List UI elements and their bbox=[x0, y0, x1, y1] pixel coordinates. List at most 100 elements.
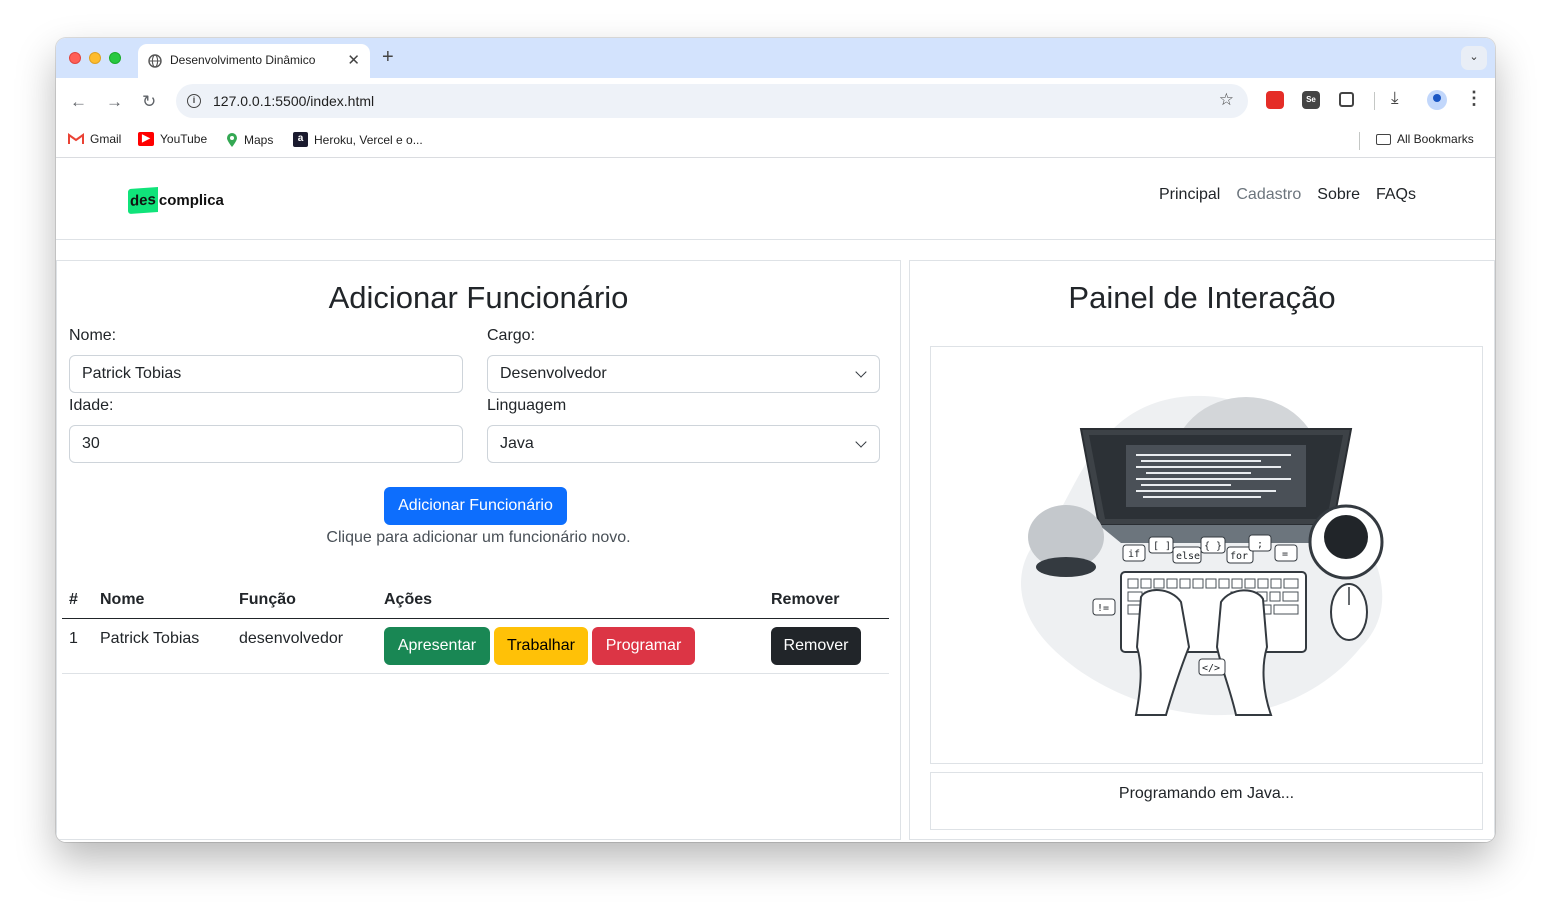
table-row: 1 Patrick Tobias desenvolvedor Apresenta… bbox=[62, 618, 889, 674]
bubble-brackets-label: [ ] bbox=[1153, 541, 1171, 552]
bookmark-label: Heroku, Vercel e o... bbox=[314, 132, 423, 147]
bubble-braces-label: { } bbox=[1204, 541, 1222, 552]
bubble-tag-label: </> bbox=[1202, 663, 1220, 674]
profile-avatar[interactable] bbox=[1427, 90, 1447, 110]
logo-des: des bbox=[128, 186, 158, 214]
programmer-keyboard-illustration: if [ ] else { } for ; = != </> bbox=[1021, 395, 1384, 716]
tab-title: Desenvolvimento Dinâmico bbox=[170, 53, 316, 67]
bookmark-heroku[interactable]: a Heroku, Vercel e o... bbox=[293, 132, 423, 147]
maps-icon bbox=[227, 133, 237, 147]
language-select[interactable]: Java bbox=[487, 425, 880, 463]
bookmark-label: YouTube bbox=[160, 132, 208, 146]
trabalhar-button[interactable]: Trabalhar bbox=[494, 627, 588, 665]
url-text[interactable]: 127.0.0.1:5500/index.html bbox=[213, 93, 374, 109]
add-employee-hint: Clique para adicionar um funcionário nov… bbox=[326, 529, 631, 546]
cell-actions: Apresentar Trabalhar Programar bbox=[377, 618, 764, 674]
logo-complica: complica bbox=[158, 191, 224, 209]
name-label: Nome: bbox=[69, 327, 117, 344]
site-logo[interactable]: des complica bbox=[128, 184, 224, 216]
interaction-panel-card: Painel de Interação if [] else {} for … bbox=[909, 260, 1495, 840]
more-menu-icon[interactable]: ⋮ bbox=[1465, 88, 1483, 109]
pot-rim bbox=[1036, 557, 1096, 577]
gmail-icon bbox=[68, 133, 84, 144]
address-bar[interactable]: i 127.0.0.1:5500/index.html ☆ bbox=[176, 84, 1248, 118]
chevron-down-icon bbox=[855, 436, 867, 448]
chevron-down-icon: ⌄ bbox=[1469, 51, 1479, 63]
col-header-id: # bbox=[62, 581, 93, 619]
cargo-select[interactable]: Desenvolvedor bbox=[487, 355, 880, 393]
nav-link-sobre[interactable]: Sobre bbox=[1317, 186, 1360, 204]
nav-link-cadastro[interactable]: Cadastro bbox=[1236, 186, 1301, 204]
status-message-box: Programando em Java... bbox=[930, 772, 1483, 830]
bubble-notequal-label: != bbox=[1097, 603, 1109, 614]
programar-button[interactable]: Programar bbox=[592, 627, 695, 665]
globe-icon bbox=[148, 54, 162, 68]
bubble-for-label: for bbox=[1230, 551, 1248, 562]
forward-icon[interactable]: → bbox=[106, 92, 123, 112]
web-page: des complica Principal Cadastro Sobre FA… bbox=[56, 159, 1495, 842]
illustration-frame: if [ ] else { } for ; = != </> bbox=[930, 346, 1483, 764]
employees-table: # Nome Função Ações Remover 1 Patrick To… bbox=[62, 581, 889, 674]
site-info-icon[interactable]: i bbox=[187, 94, 201, 108]
col-header-remove: Remover bbox=[764, 581, 889, 619]
status-message: Programando em Java... bbox=[1118, 785, 1295, 802]
reload-icon[interactable]: ↻ bbox=[142, 92, 156, 112]
form-title: Adicionar Funcionário bbox=[328, 280, 629, 315]
add-employee-button[interactable]: Adicionar Funcionário bbox=[384, 487, 567, 525]
close-tab-icon[interactable]: ✕ bbox=[347, 51, 360, 69]
table-header-row: # Nome Função Ações Remover bbox=[62, 581, 889, 619]
download-icon[interactable]: ⤓ bbox=[1391, 88, 1399, 108]
apresentar-button[interactable]: Apresentar bbox=[384, 627, 490, 665]
remove-button[interactable]: Remover bbox=[771, 627, 861, 665]
minimize-window-button[interactable] bbox=[89, 52, 101, 64]
heroku-icon: a bbox=[293, 132, 308, 147]
bubble-equals-label: = bbox=[1282, 549, 1288, 560]
close-window-button[interactable] bbox=[69, 52, 81, 64]
nav-link-principal[interactable]: Principal bbox=[1159, 186, 1220, 204]
bookmark-label: Gmail bbox=[90, 132, 122, 146]
bookmark-maps[interactable]: Maps bbox=[226, 132, 273, 148]
toolbar-divider bbox=[1374, 92, 1375, 110]
language-label: Linguagem bbox=[487, 397, 567, 414]
bubble-if-label: if bbox=[1128, 549, 1140, 560]
name-input[interactable] bbox=[69, 355, 463, 393]
bookmark-youtube[interactable]: ▶ YouTube bbox=[138, 132, 207, 146]
bookmark-star-icon[interactable]: ☆ bbox=[1219, 90, 1234, 110]
back-icon[interactable]: ← bbox=[70, 92, 87, 112]
age-label: Idade: bbox=[69, 397, 114, 414]
browser-window: Desenvolvimento Dinâmico ✕ + ⌄ ← → ↻ i 1… bbox=[56, 38, 1495, 842]
age-input[interactable] bbox=[69, 425, 463, 463]
cargo-selected-value: Desenvolvedor bbox=[500, 365, 607, 382]
bookmark-gmail[interactable]: Gmail bbox=[68, 132, 121, 146]
nav-links: Principal Cadastro Sobre FAQs bbox=[1159, 186, 1416, 204]
youtube-extension-icon[interactable] bbox=[1266, 91, 1284, 109]
new-tab-button[interactable]: + bbox=[382, 46, 394, 69]
cell-name: Patrick Tobias bbox=[93, 618, 232, 674]
bookmarks-bar: Gmail ▶ YouTube Maps a Heroku, Vercel e … bbox=[56, 124, 1495, 158]
chevron-down-icon bbox=[855, 366, 867, 378]
language-selected-value: Java bbox=[500, 435, 534, 452]
col-header-actions: Ações bbox=[377, 581, 764, 619]
bookmarks-divider bbox=[1359, 132, 1360, 150]
col-header-name: Nome bbox=[93, 581, 232, 619]
cargo-label: Cargo: bbox=[487, 327, 536, 344]
tab-search-button[interactable]: ⌄ bbox=[1461, 46, 1487, 70]
cell-id: 1 bbox=[62, 618, 93, 674]
coffee-cup bbox=[1324, 515, 1368, 559]
selenium-extension-icon[interactable]: Se bbox=[1302, 91, 1320, 109]
folder-icon bbox=[1376, 133, 1391, 145]
cell-remove: Remover bbox=[764, 618, 889, 674]
extensions-icon[interactable] bbox=[1339, 92, 1354, 107]
all-bookmarks-label: All Bookmarks bbox=[1397, 132, 1474, 146]
youtube-icon: ▶ bbox=[138, 132, 154, 146]
browser-tab[interactable]: Desenvolvimento Dinâmico ✕ bbox=[138, 44, 370, 78]
panel-title: Painel de Interação bbox=[1068, 280, 1336, 315]
all-bookmarks-button[interactable]: All Bookmarks bbox=[1376, 132, 1474, 146]
bubble-semicolon-label: ; bbox=[1257, 539, 1263, 550]
nav-link-faqs[interactable]: FAQs bbox=[1376, 186, 1416, 204]
bookmark-label: Maps bbox=[244, 133, 274, 147]
bubble-else-label: else bbox=[1176, 551, 1200, 562]
tab-strip: Desenvolvimento Dinâmico ✕ + ⌄ bbox=[56, 38, 1495, 78]
maximize-window-button[interactable] bbox=[109, 52, 121, 64]
site-navbar: des complica Principal Cadastro Sobre FA… bbox=[56, 159, 1495, 240]
